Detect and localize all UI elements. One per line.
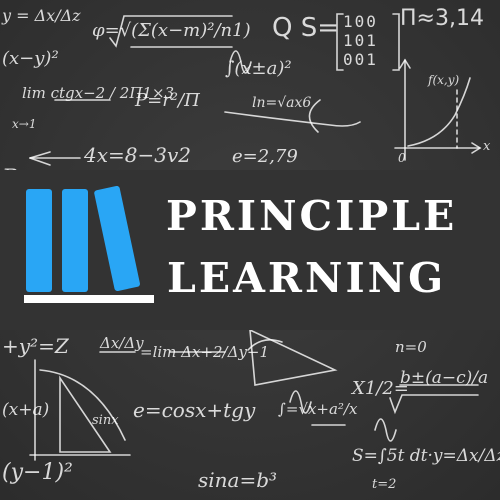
formula-p-r2: P=r²/Π [135, 90, 200, 111]
formula-phi-sigma: φ=√(Σ(x−m)²/n1) [92, 20, 251, 41]
formula-e-value: e=2,79 [232, 146, 298, 167]
formula-n-zero: n=0 [395, 338, 427, 356]
graph-origin-label: 0 [398, 151, 406, 165]
formula-x-minus-y2: (x−y)² [2, 48, 59, 69]
formula-dx-dy: Δx/Δy [100, 334, 144, 352]
chalkboard-background: y = Δx/Δz (x−y)² φ=√(Σ(x−m)²/n1) ∫(x±a)²… [0, 0, 500, 500]
matrix-row-3: 001 [343, 50, 378, 69]
formula-s-integral: S=∫5t dt·y=Δx/Δz [352, 446, 500, 466]
formula-sina-b: sina=b³ [198, 468, 278, 492]
formula-b-frac: b±(a−c)/a [400, 368, 489, 388]
book-2 [62, 189, 88, 292]
graph-x-label: x [483, 139, 491, 154]
formula-4x: 4x=8−3v2 [84, 143, 191, 167]
book-1 [26, 189, 52, 292]
shelf [24, 295, 154, 303]
graph-fxy-label: f(x,y) [428, 73, 460, 87]
formula-ln-sqrt: ln=√ax6 [252, 95, 312, 111]
formula-y-dx: y = Δx/Δz [2, 6, 81, 25]
formula-q-s: Q S= [272, 13, 340, 43]
formula-e-cos: e=cosx+tgy [133, 398, 256, 422]
formula-integral-x-a: ∫(x±a)² [225, 58, 292, 79]
formula-integral-sqrt: ∫=√x+a²/x [278, 400, 358, 418]
matrix-row-2: 101 [343, 31, 378, 50]
formula-y1-sq: (y−1)² [2, 460, 73, 485]
brand-title-line-2: LEARNING [167, 254, 447, 302]
formula-sinx: sinx [92, 413, 119, 428]
formula-x-plus-a: (x+a) [2, 400, 50, 420]
matrix-row-1: 100 [343, 12, 378, 31]
formula-pi-value: Π≈3,14 [400, 6, 484, 31]
formula-t-eq: t=2 [372, 477, 397, 492]
book-3 [94, 186, 140, 292]
formula-lim-dx: =lim Δx+2/Δy−1 [140, 343, 270, 361]
formula-lim-sub: x→1 [12, 117, 37, 131]
brand-title-line-1: PRINCIPLE [166, 192, 458, 240]
formula-y-z: +y²=Z [2, 334, 69, 358]
books-logo [24, 186, 154, 303]
